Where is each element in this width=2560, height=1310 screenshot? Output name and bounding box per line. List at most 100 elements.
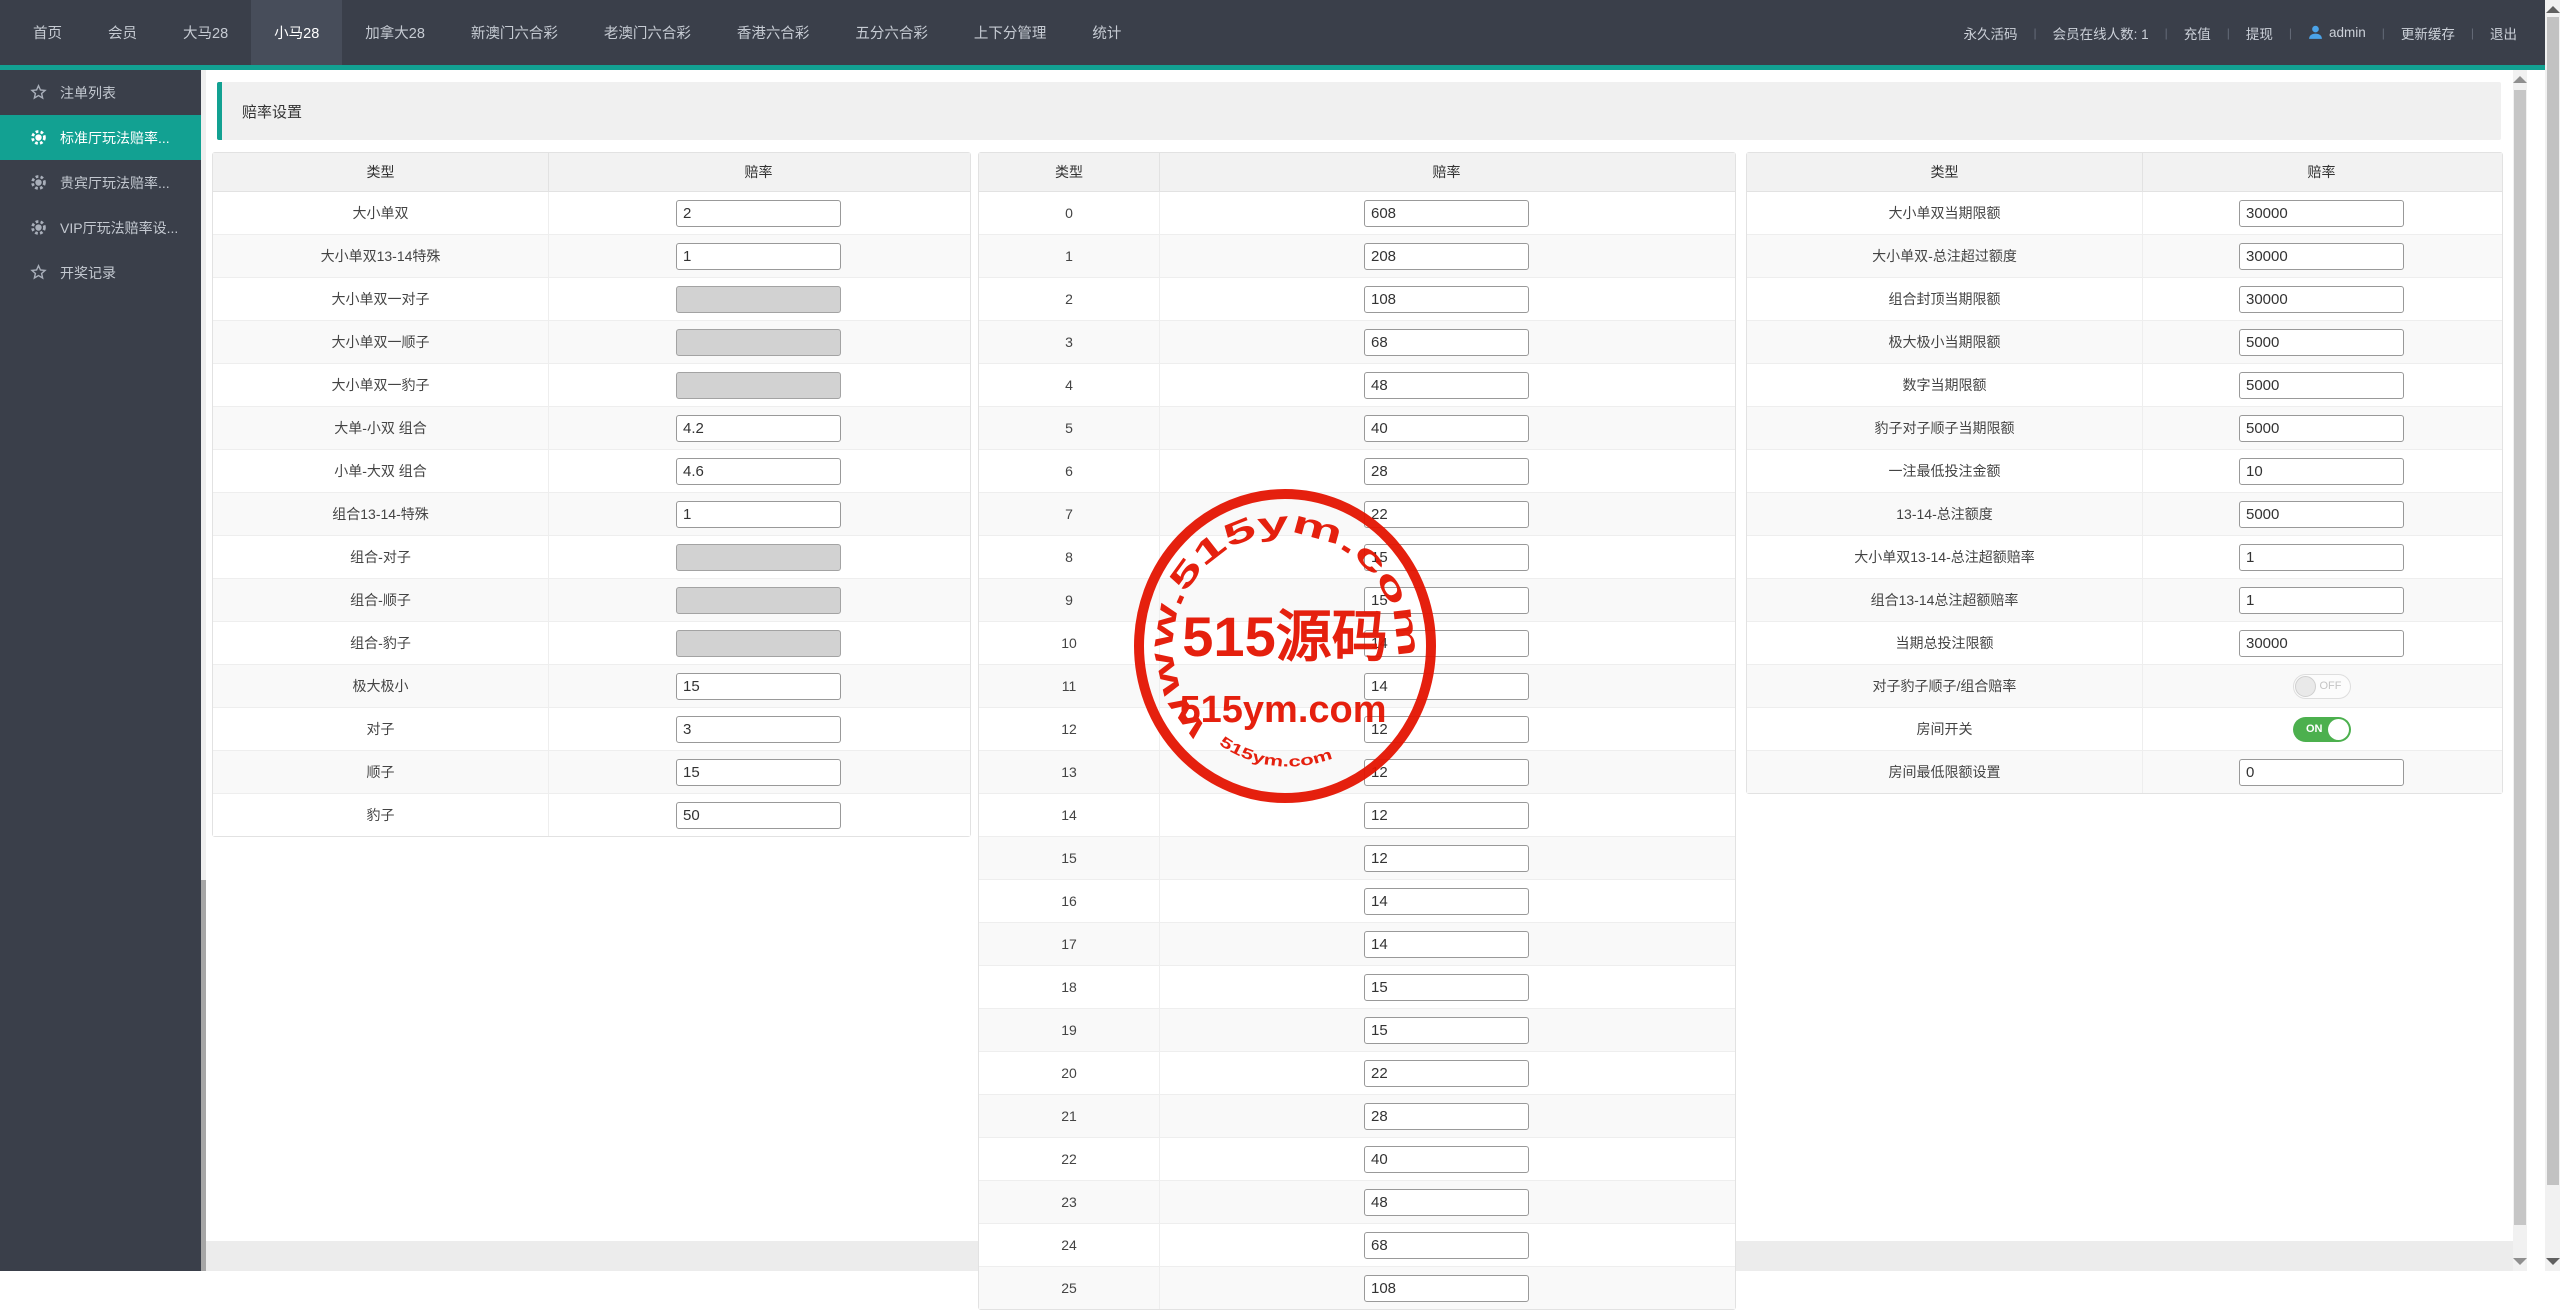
nav-withdraw[interactable]: 提现 <box>2246 23 2273 43</box>
table-row: 13-14-总注额度 <box>1747 493 2502 536</box>
nav-item-8[interactable]: 五分六合彩 <box>832 0 951 65</box>
row-label: 9 <box>979 579 1159 621</box>
browser-scrollbar[interactable] <box>2545 0 2560 1271</box>
content-scrollbar[interactable] <box>2513 70 2527 1271</box>
odds-input[interactable] <box>676 802 841 829</box>
nav-item-6[interactable]: 老澳门六合彩 <box>581 0 714 65</box>
odds-input[interactable] <box>1364 931 1529 958</box>
odds-input[interactable] <box>1364 845 1529 872</box>
nav-item-9[interactable]: 上下分管理 <box>951 0 1070 65</box>
odds-input[interactable] <box>1364 501 1529 528</box>
odds-input[interactable] <box>1364 286 1529 313</box>
column-header-type: 类型 <box>979 153 1159 191</box>
odds-input[interactable] <box>1364 415 1529 442</box>
odds-input[interactable] <box>1364 544 1529 571</box>
odds-input[interactable] <box>2239 372 2404 399</box>
nav-perm-code[interactable]: 永久活码 <box>1963 23 2017 43</box>
odds-input[interactable] <box>1364 716 1529 743</box>
odds-input[interactable] <box>1364 673 1529 700</box>
odds-input[interactable] <box>1364 888 1529 915</box>
odds-input[interactable] <box>1364 372 1529 399</box>
odds-input[interactable] <box>1364 243 1529 270</box>
odds-input[interactable] <box>2239 759 2404 786</box>
nav-item-1[interactable]: 会员 <box>85 0 160 65</box>
gear-icon <box>30 129 47 146</box>
sidebar-scrollbar-thumb[interactable] <box>201 880 206 1271</box>
nav-item-7[interactable]: 香港六合彩 <box>714 0 833 65</box>
odds-input[interactable] <box>1364 1275 1529 1302</box>
content-scrollbar-thumb[interactable] <box>2514 90 2526 1225</box>
row-value-cell <box>1159 579 1733 621</box>
sidebar-item-order-list[interactable]: 注单列表 <box>0 70 201 115</box>
scroll-down-icon[interactable] <box>2513 1258 2527 1265</box>
table-row: 组合-对子 <box>213 536 970 579</box>
row-label: 11 <box>979 665 1159 707</box>
odds-input[interactable] <box>1364 1146 1529 1173</box>
odds-input[interactable] <box>1364 587 1529 614</box>
row-value-cell <box>1159 622 1733 664</box>
sidebar-item-standard-odds[interactable]: 标准厅玩法赔率... <box>0 115 201 160</box>
table-row: 数字当期限额 <box>1747 364 2502 407</box>
odds-input[interactable] <box>1364 1232 1529 1259</box>
nav-item-10[interactable]: 统计 <box>1069 0 1144 65</box>
odds-input[interactable] <box>676 501 841 528</box>
odds-input[interactable] <box>1364 630 1529 657</box>
scroll-down-icon[interactable] <box>2546 1258 2560 1265</box>
odds-input[interactable] <box>2239 329 2404 356</box>
odds-input[interactable] <box>1364 458 1529 485</box>
odds-input[interactable] <box>2239 544 2404 571</box>
odds-input[interactable] <box>1364 1189 1529 1216</box>
table-row: 小单-大双 组合 <box>213 450 970 493</box>
odds-input[interactable] <box>676 200 841 227</box>
browser-scrollbar-thumb[interactable] <box>2547 17 2559 1185</box>
nav-item-2[interactable]: 大马28 <box>160 0 251 65</box>
column-header-odds: 赔率 <box>1159 153 1733 191</box>
nav-item-4[interactable]: 加拿大28 <box>342 0 448 65</box>
sidebar-item-label: 注单列表 <box>60 83 116 103</box>
odds-input[interactable] <box>676 673 841 700</box>
odds-input[interactable] <box>676 243 841 270</box>
toggle-switch-off[interactable]: OFF <box>2293 674 2351 699</box>
odds-input[interactable] <box>676 716 841 743</box>
odds-input[interactable] <box>1364 1017 1529 1044</box>
sidebar-item-draw-records[interactable]: 开奖记录 <box>0 250 201 295</box>
odds-input[interactable] <box>2239 243 2404 270</box>
odds-input[interactable] <box>2239 630 2404 657</box>
odds-input[interactable] <box>2239 286 2404 313</box>
odds-input[interactable] <box>676 759 841 786</box>
nav-item-3[interactable]: 小马28 <box>251 0 342 65</box>
nav-logout[interactable]: 退出 <box>2490 23 2517 43</box>
odds-input[interactable] <box>2239 501 2404 528</box>
odds-input[interactable] <box>1364 974 1529 1001</box>
scroll-up-icon[interactable] <box>2546 6 2560 13</box>
odds-input[interactable] <box>1364 200 1529 227</box>
sidebar-item-guest-odds[interactable]: 贵宾厅玩法赔率... <box>0 160 201 205</box>
toggle-switch-on[interactable]: ON <box>2293 717 2351 742</box>
table-row: 对子 <box>213 708 970 751</box>
odds-input[interactable] <box>676 415 841 442</box>
table-row: 16 <box>979 880 1735 923</box>
nav-recharge[interactable]: 充值 <box>2184 23 2211 43</box>
table-row: 2 <box>979 278 1735 321</box>
nav-user[interactable]: admin <box>2308 25 2366 40</box>
odds-input[interactable] <box>1364 802 1529 829</box>
sidebar-item-vip-odds[interactable]: VIP厅玩法赔率设... <box>0 205 201 250</box>
odds-input[interactable] <box>1364 329 1529 356</box>
nav-item-5[interactable]: 新澳门六合彩 <box>448 0 581 65</box>
scroll-up-icon[interactable] <box>2513 76 2527 83</box>
odds-input[interactable] <box>2239 415 2404 442</box>
odds-input[interactable] <box>2239 587 2404 614</box>
table-row: 24 <box>979 1224 1735 1267</box>
row-label: 大小单双 <box>213 192 548 234</box>
row-value-cell <box>548 536 968 578</box>
odds-input[interactable] <box>1364 1060 1529 1087</box>
table-row: 4 <box>979 364 1735 407</box>
odds-input[interactable] <box>676 458 841 485</box>
odds-input[interactable] <box>2239 200 2404 227</box>
nav-refresh-cache[interactable]: 更新缓存 <box>2401 23 2455 43</box>
nav-item-0[interactable]: 首页 <box>10 0 85 65</box>
odds-input[interactable] <box>2239 458 2404 485</box>
nav-online-count[interactable]: 会员在线人数: 1 <box>2053 23 2149 43</box>
odds-input[interactable] <box>1364 759 1529 786</box>
odds-input[interactable] <box>1364 1103 1529 1130</box>
